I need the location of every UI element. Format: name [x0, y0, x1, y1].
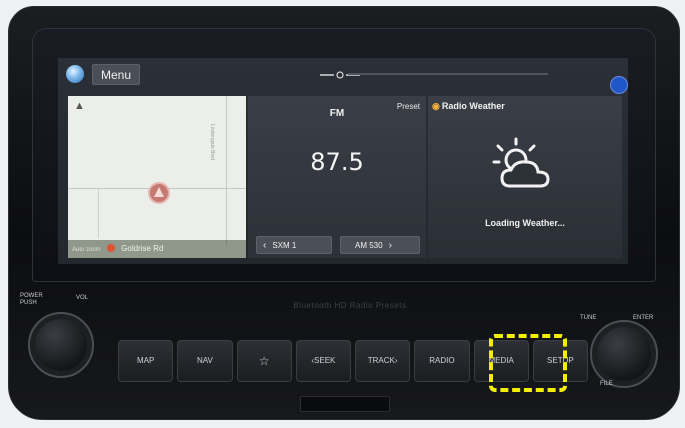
- touchscreen: Menu ▲ Lindengate Blvd Auto zoom Goldris…: [58, 58, 628, 264]
- globe-icon: [66, 65, 84, 83]
- next-station-label: AM 530: [355, 241, 383, 250]
- chevron-left-icon: ‹: [263, 240, 267, 251]
- nav-hard-button[interactable]: NAV: [177, 340, 233, 382]
- chevron-right-icon: ›: [388, 240, 392, 251]
- tune-label: TUNE: [580, 315, 597, 321]
- road-badge-icon: [106, 244, 115, 252]
- page-indicator: [348, 73, 548, 75]
- enter-label: ENTER: [633, 315, 654, 321]
- status-bar: Menu: [58, 58, 628, 94]
- radio-hard-button[interactable]: RADIO: [414, 340, 470, 382]
- compass-icon[interactable]: ▲: [74, 100, 85, 112]
- weather-widget[interactable]: ◉ Radio Weather Loading Weather...: [428, 96, 622, 258]
- radio-widget[interactable]: FM Preset 87.5 ‹ SXM 1 AM 530 ›: [248, 96, 426, 258]
- map-road: [98, 188, 99, 238]
- usb-slot: [300, 396, 390, 412]
- seek-back-hard-button[interactable]: ‹SEEK: [295, 340, 351, 382]
- setup-highlight-outline: [489, 334, 567, 392]
- zoom-label: Auto zoom: [72, 247, 101, 253]
- power-label: POWER PUSH: [20, 293, 43, 306]
- volume-knob[interactable]: [28, 312, 94, 378]
- map-widget[interactable]: ▲ Lindengate Blvd Auto zoom Goldrise Rd: [68, 96, 246, 258]
- prev-station-button[interactable]: ‹ SXM 1: [256, 236, 332, 254]
- notification-indicator[interactable]: [610, 76, 628, 94]
- radio-source-icon: ◉: [432, 101, 440, 111]
- next-station-button[interactable]: AM 530 ›: [340, 236, 420, 254]
- location-name: Goldrise Rd: [121, 244, 164, 253]
- weather-title: ◉ Radio Weather: [432, 101, 505, 112]
- preset-button[interactable]: Preset: [397, 102, 420, 111]
- track-forward-hard-button[interactable]: TRACK›: [355, 340, 411, 382]
- prev-station-label: SXM 1: [272, 241, 297, 250]
- feature-logos: Bluetooth HD Radio Presets: [293, 301, 407, 310]
- weather-status: Loading Weather...: [485, 218, 565, 228]
- map-hard-button[interactable]: MAP: [118, 340, 174, 382]
- map-location-bar: Auto zoom Goldrise Rd: [68, 240, 246, 258]
- signal-icon: [320, 71, 360, 79]
- tune-knob[interactable]: [590, 320, 658, 388]
- file-label: FILE: [600, 381, 613, 387]
- vehicle-position-icon: [148, 182, 170, 204]
- map-road: [226, 96, 227, 246]
- vol-label: VOL: [76, 295, 89, 301]
- weather-title-label: Radio Weather: [441, 101, 505, 111]
- road-label: Lindengate Blvd: [209, 124, 215, 160]
- favorite-hard-button[interactable]: ☆: [236, 340, 292, 382]
- radio-frequency: 87.5: [310, 148, 364, 176]
- partly-cloudy-icon: [492, 137, 550, 188]
- menu-button[interactable]: Menu: [92, 64, 141, 85]
